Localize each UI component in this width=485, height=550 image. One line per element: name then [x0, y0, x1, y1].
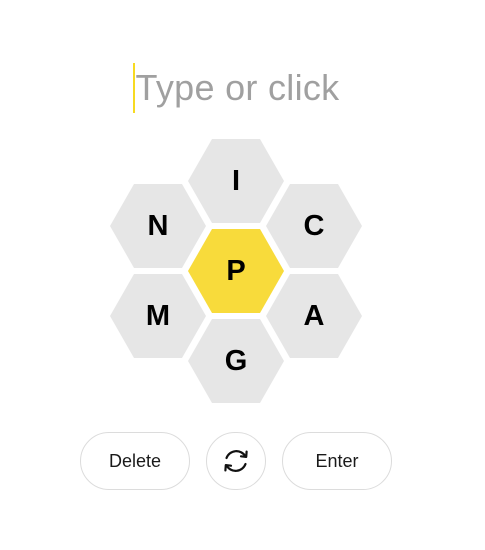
hive-letter: G [224, 344, 248, 377]
hive-letter: C [303, 209, 325, 242]
shuffle-icon [220, 445, 252, 477]
delete-button[interactable]: Delete [80, 432, 190, 490]
hive-letter: I [231, 164, 241, 197]
hive-cell-bottom[interactable]: G [188, 319, 284, 403]
letter-hive: I N C P M A G [0, 0, 485, 420]
hive-letter: A [303, 299, 325, 332]
hive-cell-lower-left[interactable]: M [110, 274, 206, 358]
hive-letter: M [145, 299, 171, 332]
hive-cell-upper-right[interactable]: C [266, 184, 362, 268]
enter-button[interactable]: Enter [282, 432, 392, 490]
shuffle-button[interactable] [206, 432, 266, 490]
hive-cell-upper-left[interactable]: N [110, 184, 206, 268]
hive-cell-top[interactable]: I [188, 139, 284, 223]
hive-letter: N [147, 209, 169, 242]
controls-bar: Delete Enter [0, 432, 485, 492]
hive-cell-center[interactable]: P [188, 229, 284, 313]
hive-center-letter: P [226, 254, 246, 287]
hive-cell-lower-right[interactable]: A [266, 274, 362, 358]
